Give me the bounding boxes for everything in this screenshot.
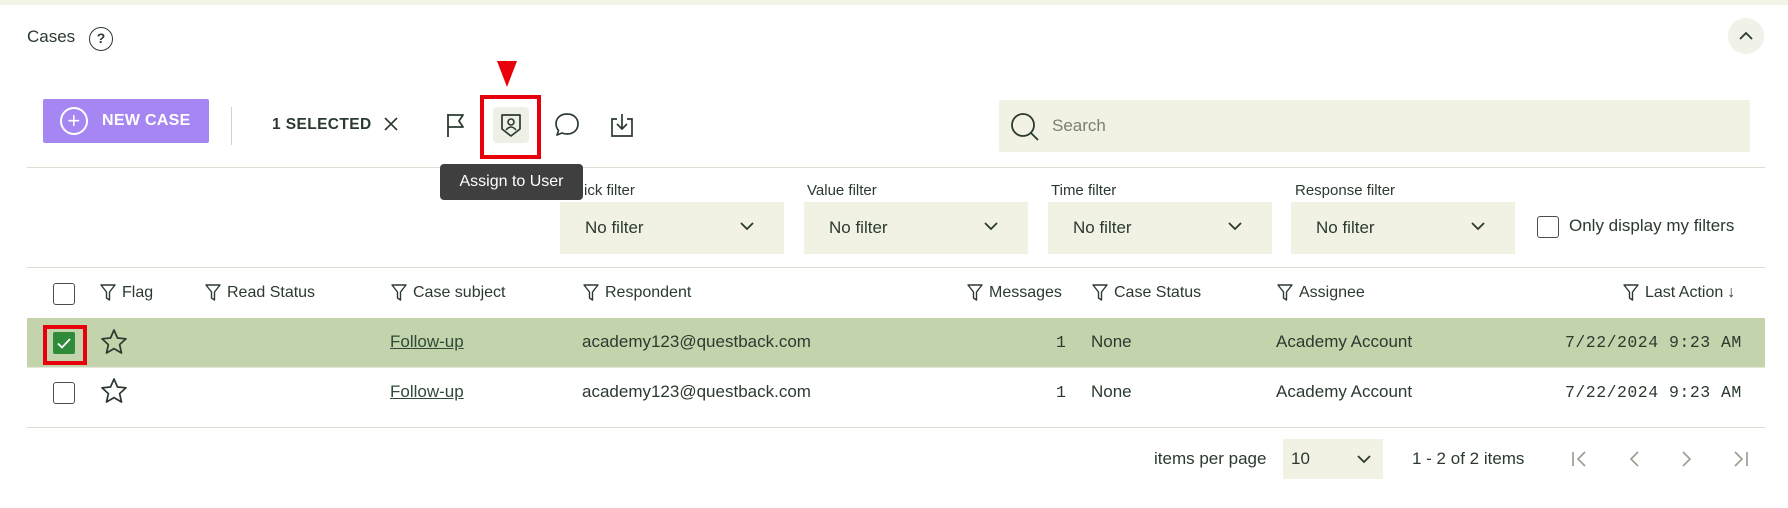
- export-button[interactable]: [604, 107, 640, 143]
- column-header-last-action[interactable]: Last Action ↓: [1623, 284, 1735, 302]
- value-filter-select[interactable]: No filter: [804, 202, 1028, 254]
- response-filter-label: Response filter: [1295, 182, 1396, 199]
- help-icon[interactable]: ?: [89, 27, 113, 51]
- previous-page-button[interactable]: [1622, 447, 1646, 471]
- items-per-page-value: 10: [1291, 449, 1310, 468]
- flag-icon: [447, 114, 464, 137]
- chevron-up-icon: [1739, 31, 1753, 40]
- search-icon: [1011, 113, 1039, 141]
- chevron-down-icon: [740, 222, 754, 231]
- column-header-case-status[interactable]: Case Status: [1092, 284, 1201, 302]
- download-icon: [611, 114, 633, 137]
- column-header-respondent[interactable]: Respondent: [583, 284, 691, 302]
- response-filter-value: No filter: [1316, 218, 1375, 237]
- search-input[interactable]: [1052, 113, 1732, 139]
- messages-cell: 1: [1056, 383, 1067, 402]
- quick-filter-select[interactable]: No filter: [560, 202, 784, 254]
- filter-icon: [391, 284, 407, 301]
- column-header-case-subject[interactable]: Case subject: [391, 284, 506, 302]
- time-filter-value: No filter: [1073, 218, 1132, 237]
- only-my-filters-label: Only display my filters: [1569, 216, 1735, 235]
- only-my-filters-checkbox[interactable]: [1537, 216, 1559, 238]
- next-page-button[interactable]: [1675, 447, 1699, 471]
- table-row[interactable]: [27, 318, 1765, 367]
- assign-tooltip: Assign to User: [440, 164, 583, 200]
- chevron-right-icon: [1682, 451, 1692, 467]
- assignee-cell: Academy Account: [1276, 382, 1413, 401]
- last-page-button[interactable]: [1728, 447, 1752, 471]
- comment-icon: [555, 113, 579, 136]
- time-filter-label: Time filter: [1051, 182, 1117, 199]
- column-header-read-status[interactable]: Read Status: [205, 284, 315, 302]
- collapse-button[interactable]: [1728, 18, 1764, 54]
- comment-button[interactable]: [549, 107, 585, 143]
- chevron-down-icon: [1471, 222, 1485, 231]
- new-case-label: NEW CASE: [102, 112, 191, 129]
- divider-top: [27, 167, 1765, 168]
- time-filter-select[interactable]: No filter: [1048, 202, 1272, 254]
- divider-bottom: [27, 427, 1765, 428]
- cases-panel: [0, 5, 1788, 508]
- assignee-cell: Academy Account: [1276, 332, 1413, 351]
- respondent-cell: academy123@questback.com: [582, 332, 811, 351]
- assign-highlight-box: [480, 95, 541, 159]
- last-page-icon: [1734, 451, 1748, 467]
- chevron-down-icon: [1357, 455, 1371, 464]
- chevron-down-icon: [984, 222, 998, 231]
- star-icon[interactable]: [100, 377, 128, 404]
- column-header-messages[interactable]: Messages: [967, 284, 1062, 302]
- value-filter-label: Value filter: [807, 182, 877, 199]
- last-action-cell: 7/22/2024 9:23 AM: [1565, 383, 1742, 402]
- toolbar-divider: [231, 107, 232, 145]
- close-icon: [384, 117, 398, 131]
- new-case-button[interactable]: + NEW CASE: [43, 99, 209, 143]
- last-action-cell: 7/22/2024 9:23 AM: [1565, 333, 1742, 352]
- row-checkbox[interactable]: [53, 382, 75, 404]
- column-header-flag[interactable]: Flag: [100, 284, 153, 302]
- response-filter-select[interactable]: No filter: [1291, 202, 1515, 254]
- select-all-checkbox[interactable]: [53, 283, 75, 305]
- chevron-left-icon: [1629, 451, 1639, 467]
- column-header-assignee[interactable]: Assignee: [1277, 284, 1365, 302]
- clear-selection-button[interactable]: [381, 114, 401, 134]
- messages-cell: 1: [1056, 333, 1067, 352]
- quick-filter-value: No filter: [585, 218, 644, 237]
- chevron-down-icon: [1228, 222, 1242, 231]
- case-status-cell: None: [1091, 332, 1132, 351]
- first-page-button[interactable]: [1568, 447, 1592, 471]
- filter-icon: [1277, 284, 1293, 301]
- filter-icon: [583, 284, 599, 301]
- case-subject-link[interactable]: Follow-up: [390, 382, 464, 402]
- row-divider: [27, 367, 1765, 368]
- respondent-cell: academy123@questback.com: [582, 382, 811, 401]
- filter-icon: [100, 284, 116, 301]
- value-filter-value: No filter: [829, 218, 888, 237]
- flag-button[interactable]: [438, 107, 474, 143]
- filter-icon: [1623, 284, 1639, 301]
- pointer-arrow: [497, 61, 517, 87]
- checkbox-highlight-box: [43, 325, 87, 365]
- filter-icon: [1092, 284, 1108, 301]
- sort-desc-icon: ↓: [1727, 284, 1736, 301]
- case-status-cell: None: [1091, 382, 1132, 401]
- divider-filters: [27, 267, 1765, 268]
- selection-count: 1 SELECTED: [272, 116, 372, 133]
- items-per-page-select[interactable]: 10: [1283, 439, 1383, 479]
- plus-icon: +: [60, 107, 88, 135]
- filter-icon: [967, 284, 983, 301]
- case-subject-link[interactable]: Follow-up: [390, 332, 464, 352]
- pagination-range: 1 - 2 of 2 items: [1412, 449, 1525, 468]
- page-title: Cases: [27, 27, 76, 46]
- filter-icon: [205, 284, 221, 301]
- items-per-page-label: items per page: [1154, 449, 1267, 468]
- star-icon[interactable]: [100, 328, 128, 355]
- first-page-icon: [1572, 451, 1586, 467]
